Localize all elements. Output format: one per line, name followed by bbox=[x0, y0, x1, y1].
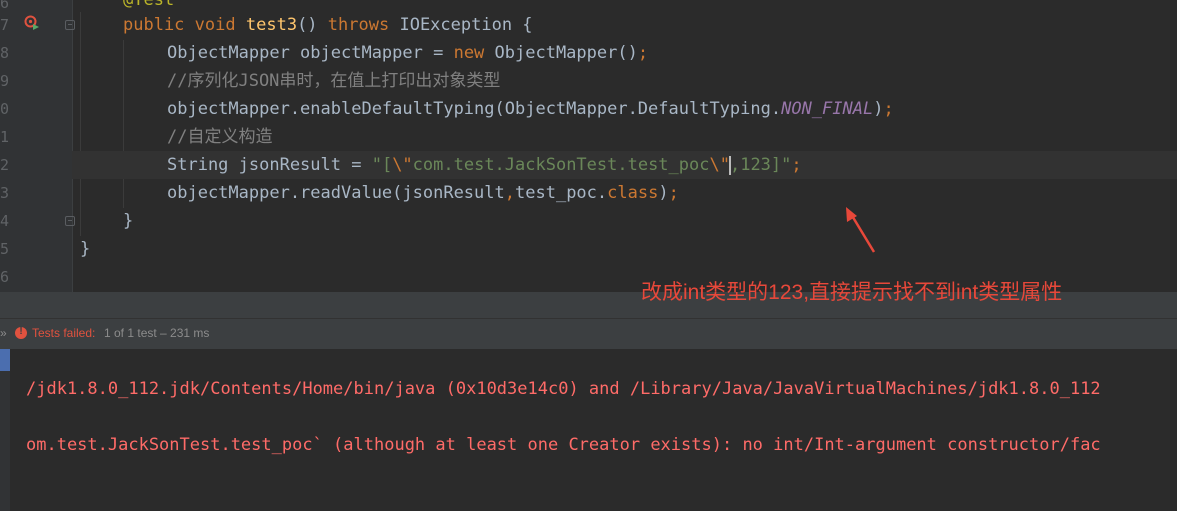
code-line: objectMapper.enableDefaultTyping(ObjectM… bbox=[167, 99, 894, 119]
console-tab-indicator[interactable] bbox=[0, 349, 10, 371]
line-number: 3 bbox=[0, 184, 10, 202]
console-error-line: om.test.JackSonTest.test_poc` (although … bbox=[26, 435, 1101, 455]
tests-failed-count: 1 of 1 test – 231 ms bbox=[104, 326, 210, 340]
code-editor[interactable]: 6 7 8 9 0 1 2 3 4 5 6 @Test public void … bbox=[0, 0, 1177, 292]
annotation-arrow-icon bbox=[846, 207, 876, 253]
code-line: ObjectMapper objectMapper = new ObjectMa… bbox=[167, 43, 649, 63]
run-test-failed-icon[interactable] bbox=[24, 15, 40, 31]
code-line: objectMapper.readValue(jsonResult,test_p… bbox=[167, 183, 679, 203]
code-comment: //序列化JSON串时，在值上打印出对象类型 bbox=[167, 71, 501, 91]
indent-guide bbox=[123, 40, 124, 208]
chevron-icon[interactable]: » bbox=[0, 326, 7, 340]
code-line: //自定义构造 bbox=[167, 123, 272, 151]
console-gutter bbox=[0, 349, 10, 511]
code-line: //序列化JSON串时，在值上打印出对象类型 bbox=[167, 67, 500, 95]
annotation-text: 改成int类型的123,直接提示找不到int类型属性 bbox=[641, 281, 1063, 304]
line-number: 4 bbox=[0, 212, 10, 230]
line-number: 2 bbox=[0, 156, 10, 174]
fold-icon[interactable] bbox=[65, 20, 75, 30]
line-number: 6 bbox=[0, 268, 10, 286]
run-console[interactable]: /jdk1.8.0_112.jdk/Contents/Home/bin/java… bbox=[0, 349, 1177, 511]
tests-failed-label: Tests failed: bbox=[32, 326, 96, 340]
error-icon bbox=[15, 326, 27, 339]
code-line: } bbox=[80, 239, 91, 259]
code-line: } bbox=[123, 211, 134, 231]
line-number: 7 bbox=[0, 16, 10, 34]
indent-guide bbox=[80, 12, 81, 236]
code-comment: //自定义构造 bbox=[167, 127, 273, 147]
test-status-bar: » Tests failed: 1 of 1 test – 231 ms bbox=[0, 318, 1177, 349]
fold-icon[interactable] bbox=[65, 216, 75, 226]
console-error-line: /jdk1.8.0_112.jdk/Contents/Home/bin/java… bbox=[26, 379, 1101, 399]
line-number: 8 bbox=[0, 44, 10, 62]
line-number: 0 bbox=[0, 100, 10, 118]
editor-gutter: 6 7 8 9 0 1 2 3 4 5 6 bbox=[0, 0, 75, 292]
line-number: 9 bbox=[0, 72, 10, 90]
line-number: 1 bbox=[0, 128, 10, 146]
current-code-line[interactable]: String jsonResult = "[\"com.test.JackSon… bbox=[72, 151, 1177, 179]
code-line: public void test3() throws IOException { bbox=[123, 15, 533, 35]
line-number: 5 bbox=[0, 240, 10, 258]
